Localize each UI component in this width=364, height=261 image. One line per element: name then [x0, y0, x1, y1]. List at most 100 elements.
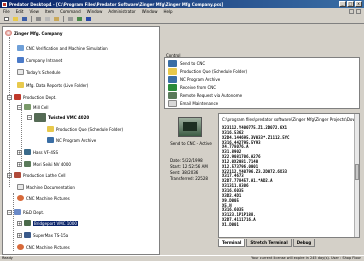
close-button[interactable]: x	[355, 1, 362, 7]
tree-line	[9, 37, 10, 187]
tree-item-lathe-cell[interactable]: + Production Lathe Cell	[7, 172, 66, 178]
terminal-console[interactable]: C:\program files\predator software\Zinge…	[218, 113, 360, 238]
paste-button[interactable]	[53, 16, 60, 22]
copy-button[interactable]	[44, 16, 51, 22]
tree-item-cnc-verification[interactable]: CNC Verification and Machine Simulation	[17, 45, 108, 51]
child-minimize-icon[interactable]	[349, 9, 354, 14]
menu-window[interactable]: Window	[87, 9, 103, 14]
scrollbar-thumb[interactable]	[355, 164, 359, 180]
tree-item-production-dept[interactable]: − Production Dept.	[7, 94, 56, 100]
cnc-machine-icon	[34, 113, 46, 122]
control-send-to-cnc[interactable]: Send to CNC	[168, 60, 205, 67]
tree-item-machine-docs[interactable]: Machine Documentation	[17, 184, 75, 190]
tree-item-label: Today's Schedule	[26, 69, 61, 75]
cut-button[interactable]	[35, 16, 42, 22]
console-scrollbar[interactable]	[354, 114, 359, 237]
tree-item-production-que[interactable]: Production Que (Schedule Folder)	[47, 126, 123, 132]
menu-item[interactable]: Item	[45, 9, 54, 14]
refresh-button[interactable]	[76, 16, 83, 22]
intranet-icon	[17, 57, 24, 63]
menu-view[interactable]: View	[29, 9, 39, 14]
dept-building-icon	[14, 209, 21, 215]
expand-toggle[interactable]: +	[17, 232, 22, 238]
tab-debug[interactable]: Debug	[292, 239, 316, 247]
tree-item-label: NC Program Archive	[56, 137, 97, 143]
status-license: Your current license will expire in 245 …	[251, 256, 361, 260]
queue-folder-icon	[168, 68, 177, 75]
control-nc-archive[interactable]: NC Program Archive	[168, 76, 220, 83]
tree-item-hass[interactable]: + Hass VF-4SS	[17, 149, 58, 155]
tree-item-label: Mfg. Data Reports (Live Folder)	[26, 82, 89, 88]
refresh-icon	[77, 17, 82, 21]
remote-icon	[168, 92, 177, 99]
pictures-icon	[17, 195, 24, 201]
reports-folder-icon	[17, 82, 24, 88]
save-icon	[22, 17, 27, 21]
help-button[interactable]	[85, 16, 92, 22]
tree-item-label: SuperMax TS-15a	[33, 232, 69, 238]
control-production-que[interactable]: Production Que (Schedule Folder)	[168, 68, 247, 75]
receive-icon	[168, 84, 177, 91]
expand-toggle[interactable]: +	[7, 172, 12, 178]
control-email-maintenance[interactable]: Email Maintenance	[168, 100, 218, 107]
tree-line	[21, 103, 22, 167]
simulation-icon	[17, 45, 24, 51]
tree-item-rnd-pictures[interactable]: CNC Machine Pictures	[17, 244, 70, 250]
menu-file[interactable]: File	[3, 9, 10, 14]
app-icon	[2, 1, 7, 7]
tree-item-mori-seiki[interactable]: + Mori Seiki NV 4000	[17, 161, 71, 167]
tree-item-label: Company Intranet	[26, 57, 63, 63]
control-receive-from-cnc[interactable]: Receive from CNC	[168, 84, 216, 91]
properties-icon	[68, 17, 73, 21]
right-top-blank	[164, 26, 360, 52]
expand-toggle[interactable]: +	[17, 149, 22, 155]
console-lines: X23112.Y400775.Z1.2D072.6X1 X316.5362 X2D4…	[222, 125, 289, 228]
control-label: Send to CNC	[180, 61, 206, 66]
collapse-toggle[interactable]: −	[17, 104, 22, 110]
menu-help[interactable]: Help	[163, 9, 172, 14]
tree-item-machine-pictures[interactable]: CNC Machine Pictures	[17, 195, 70, 201]
tree-item-mill-cell[interactable]: − Mill Cell	[17, 104, 49, 110]
title-bar: Predator Desktop4 - [C:\Program Files\Pr…	[0, 0, 364, 8]
tab-stretch-terminal[interactable]: Stretch Terminal	[246, 239, 292, 247]
collapse-toggle[interactable]: −	[7, 94, 12, 100]
send-icon	[168, 60, 177, 67]
tree-item-label: Bridgeport VMC 1000	[33, 220, 78, 226]
tree-item-twisted-vmc[interactable]: − Twisted VMC 4020	[27, 113, 89, 122]
tree-item-intranet[interactable]: Company Intranet	[17, 57, 62, 63]
child-close-icon[interactable]	[356, 9, 361, 14]
expand-toggle[interactable]: +	[17, 220, 22, 226]
cnc-machine-icon	[24, 232, 31, 238]
tree-item-reports[interactable]: Mfg. Data Reports (Live Folder)	[17, 82, 88, 88]
menu-edit[interactable]: Edit	[16, 9, 24, 14]
collapse-toggle[interactable]: −	[27, 115, 32, 120]
tree-root-label: Zinger Mfg. Company	[14, 30, 63, 36]
tree-item-label: Mori Seiki NV 4000	[33, 161, 71, 167]
maximize-button[interactable]: □	[347, 1, 354, 7]
tree-item-label: Mill Cell	[33, 104, 49, 110]
tree-item-label: CNC Machine Pictures	[26, 195, 70, 201]
tree-item-schedule[interactable]: Today's Schedule	[17, 69, 60, 75]
tree-root[interactable]: Zinger Mfg. Company	[5, 30, 62, 36]
tree-item-supermax[interactable]: + SuperMax TS-15a	[17, 232, 68, 238]
tree-item-rnd-dept[interactable]: − R&D Dept.	[7, 209, 44, 215]
properties-button[interactable]	[67, 16, 74, 22]
expand-toggle[interactable]: +	[17, 161, 22, 167]
control-label: Email Maintenance	[180, 101, 219, 106]
menu-administrator[interactable]: Administrator	[108, 9, 135, 14]
open-button[interactable]	[12, 16, 19, 22]
tab-terminal[interactable]: Terminal	[218, 239, 246, 247]
menu-command[interactable]: Command	[60, 9, 81, 14]
tree-item-nc-archive[interactable]: NC Program Archive	[47, 137, 96, 143]
tree-pane[interactable]: Zinger Mfg. Company CNC Verification and…	[2, 26, 160, 255]
console-file-path: C:\program files\predator software\Zinge…	[222, 117, 358, 122]
menu-window-2[interactable]: Window	[142, 9, 158, 14]
new-button[interactable]	[3, 16, 10, 22]
machine-status-text: Send to CNC - Active	[170, 141, 212, 146]
tree-item-bridgeport[interactable]: + Bridgeport VMC 1000	[17, 220, 78, 226]
menu-bar: File Edit View Item Command Window Admin…	[0, 8, 364, 15]
save-button[interactable]	[21, 16, 28, 22]
collapse-toggle[interactable]: −	[7, 209, 12, 215]
minimize-button[interactable]: _	[339, 1, 346, 7]
control-remote-request[interactable]: Remote Request via Autonome	[168, 92, 242, 99]
